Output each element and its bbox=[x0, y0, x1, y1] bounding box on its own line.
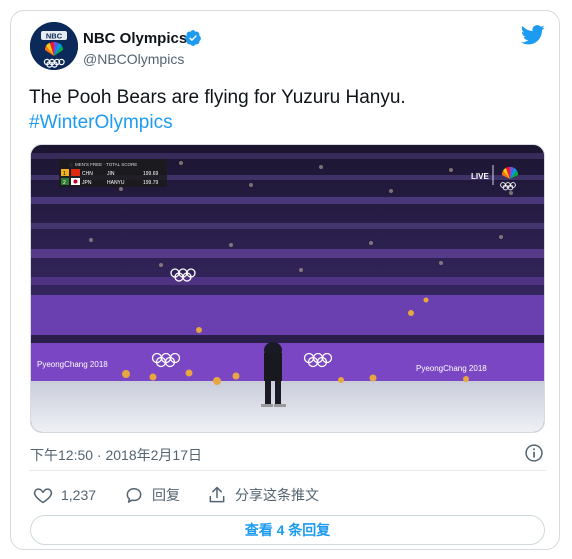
info-icon[interactable] bbox=[524, 443, 544, 463]
hashtag-link[interactable]: #WinterOlympics bbox=[29, 110, 539, 135]
scorebug-score-1: 199.69 bbox=[143, 171, 159, 177]
tweet-timestamp[interactable]: 下午12:50 · 2018年2月17日 bbox=[30, 445, 202, 465]
scorebug-athlete-1: JIN bbox=[107, 171, 115, 177]
video-frame: PyeongChang 2018 PyeongChang 2018 MEN'S … bbox=[31, 145, 544, 432]
tweet-video[interactable]: PyeongChang 2018 PyeongChang 2018 MEN'S … bbox=[30, 144, 545, 433]
heart-icon bbox=[33, 488, 53, 504]
live-label: LIVE bbox=[471, 172, 489, 181]
wall-banner-right: PyeongChang 2018 bbox=[416, 364, 487, 373]
share-icon bbox=[209, 486, 225, 503]
ice-surface bbox=[31, 381, 544, 432]
scorebug-country-1: CHN bbox=[82, 171, 93, 177]
verified-badge-icon bbox=[185, 30, 201, 46]
tweet-card: NBC NBC Olympics @NBCOlympics The Pooh B… bbox=[10, 10, 560, 550]
twitter-bird-icon[interactable] bbox=[521, 25, 545, 45]
arena-boards bbox=[31, 295, 544, 335]
avatar-text: NBC bbox=[46, 32, 63, 41]
scorebug-header: MEN'S FREE · TOTAL SCORE bbox=[75, 162, 137, 167]
like-button[interactable]: 1,237 bbox=[33, 484, 96, 506]
reply-bubble-icon bbox=[126, 488, 142, 503]
like-count: 1,237 bbox=[61, 487, 97, 503]
account-name[interactable]: NBC Olympics bbox=[83, 30, 187, 47]
avatar[interactable]: NBC bbox=[30, 22, 78, 70]
scorebug-score-2: 199.79 bbox=[143, 180, 159, 186]
view-replies-button[interactable]: 查看 4 条回复 bbox=[30, 515, 545, 545]
share-button[interactable]: 分享这条推文 bbox=[207, 484, 319, 506]
tweet-text: The Pooh Bears are flying for Yuzuru Han… bbox=[29, 85, 539, 135]
scorebug: MEN'S FREE · TOTAL SCORE 1 CHN JIN 199.6… bbox=[59, 159, 167, 187]
scorebug-athlete-2: HANYU bbox=[107, 180, 125, 186]
reply-button[interactable]: 回复 bbox=[124, 484, 180, 506]
reply-label: 回复 bbox=[152, 487, 180, 503]
scorebug-rank-1: 1 bbox=[63, 171, 66, 177]
nbc-avatar-logo: NBC bbox=[30, 22, 78, 70]
divider bbox=[29, 470, 546, 471]
scorebug-country-2: JPN bbox=[82, 180, 92, 186]
scorebug-rank-2: 2 bbox=[63, 180, 66, 186]
account-handle[interactable]: @NBCOlympics bbox=[83, 51, 184, 67]
share-label: 分享这条推文 bbox=[235, 487, 319, 503]
tweet-body: The Pooh Bears are flying for Yuzuru Han… bbox=[29, 87, 406, 108]
wall-banner-left: PyeongChang 2018 bbox=[37, 360, 108, 369]
